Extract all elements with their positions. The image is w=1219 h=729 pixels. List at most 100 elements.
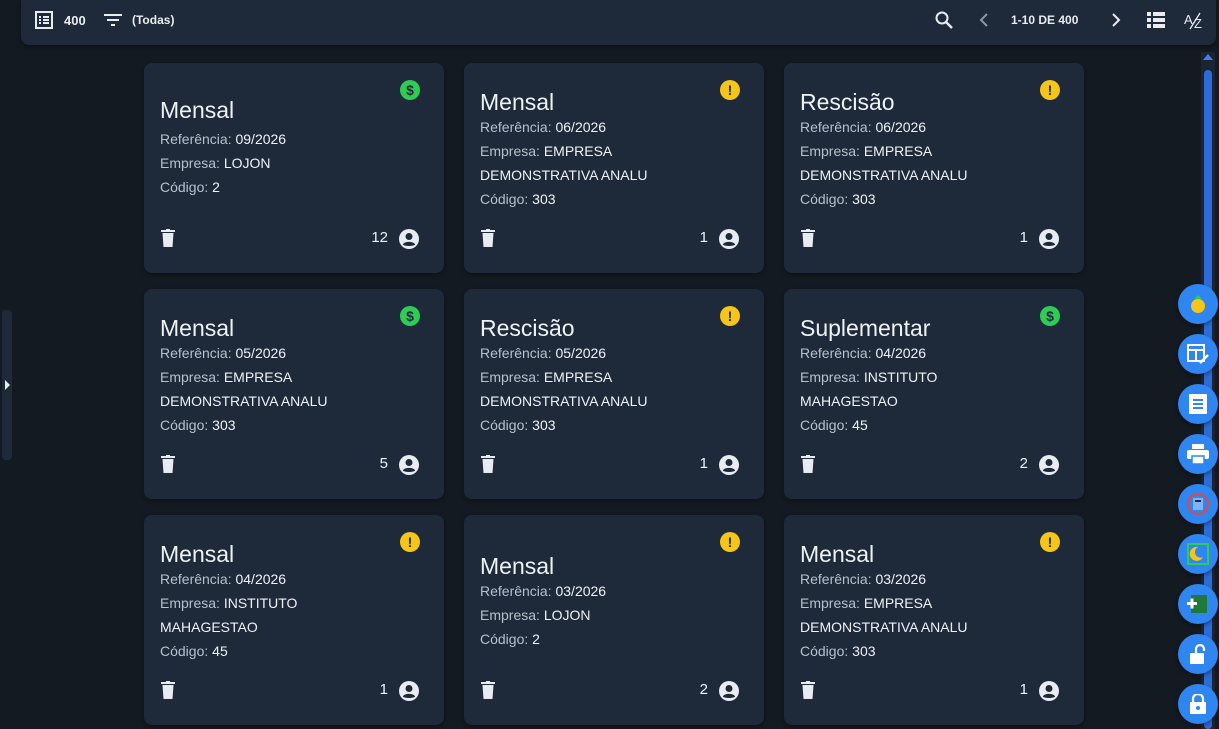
empresa-field: Empresa: EMPRESA DEMONSTRATIVA ANALU [480,143,648,183]
empresa-field: Empresa: EMPRESA DEMONSTRATIVA ANALU [160,369,328,409]
codigo-field: Código: 2 [480,631,540,647]
person-icon[interactable] [719,455,739,475]
search-icon[interactable] [935,0,953,40]
referencia-field: Referência: 06/2026 [800,119,927,135]
employee-count: 1 [699,229,708,246]
paid-status-icon: $ [400,306,420,326]
employee-count: 2 [1019,455,1028,472]
trash-icon[interactable] [801,681,815,699]
employee-count: 2 [699,681,708,698]
warning-status-icon: ! [720,306,740,326]
trash-icon[interactable] [161,229,175,247]
card-title: Mensal [160,315,235,341]
payroll-card[interactable]: Rescisão ! Referência: 06/2026 Empresa: … [784,63,1084,273]
svg-text:Z: Z [1194,16,1202,30]
trash-icon[interactable] [481,681,495,699]
card-title: Mensal [800,541,875,567]
trash-icon[interactable] [801,455,815,473]
coin-bag-icon[interactable] [1178,284,1218,324]
person-icon[interactable] [399,681,419,701]
sort-az-icon[interactable]: AZ [1184,0,1206,40]
person-icon[interactable] [399,229,419,249]
filter-label[interactable]: (Todas) [132,0,174,40]
card-title: Mensal [480,89,555,115]
codigo-field: Código: 45 [800,417,868,433]
employee-count: 5 [379,455,388,472]
pagination-label: 1-10 DE 400 [1011,13,1079,27]
trash-icon[interactable] [801,229,815,247]
expand-arrow-icon [5,380,10,390]
empresa-field: Empresa: INSTITUTO MAHAGESTAO [160,595,298,635]
referencia-field: Referência: 03/2026 [480,583,607,599]
record-count: 400 [64,12,86,28]
empresa-field: Empresa: EMPRESA DEMONSTRATIVA ANALU [800,595,968,635]
scroll-up-icon[interactable] [1203,54,1213,60]
prev-icon[interactable] [979,0,989,40]
lock-icon[interactable] [1178,684,1218,724]
empresa-field: Empresa: INSTITUTO MAHAGESTAO [800,369,938,409]
paid-status-icon: $ [400,80,420,100]
view-list-icon[interactable] [1147,0,1165,40]
add-document-icon[interactable] [1178,584,1218,624]
person-icon[interactable] [399,455,419,475]
card-title: Mensal [160,97,235,123]
card-title: Rescisão [480,315,575,341]
printer-icon[interactable] [1178,434,1218,474]
toolbar: 400 (Todas) 1-10 DE 400 AZ [21,0,1216,45]
referencia-field: Referência: 04/2026 [160,571,287,587]
paid-status-icon: $ [1040,306,1060,326]
table-edit-icon[interactable] [1178,334,1218,374]
payroll-card[interactable]: Rescisão ! Referência: 05/2026 Empresa: … [464,289,764,499]
codigo-field: Código: 303 [480,417,556,433]
referencia-field: Referência: 05/2026 [480,345,607,361]
warning-status-icon: ! [1040,532,1060,552]
warning-status-icon: ! [400,532,420,552]
empresa-field: Empresa: EMPRESA DEMONSTRATIVA ANALU [480,369,648,409]
payroll-card[interactable]: Mensal ! Referência: 03/2026 Empresa: LO… [464,515,764,725]
unlock-icon[interactable] [1178,634,1218,674]
card-title: Mensal [160,541,235,567]
codigo-field: Código: 303 [800,643,876,659]
codigo-field: Código: 2 [160,179,220,195]
person-icon[interactable] [719,229,739,249]
moon-icon[interactable] [1178,534,1218,574]
svg-text:A: A [1184,12,1193,27]
codigo-field: Código: 303 [480,191,556,207]
employee-count: 1 [379,681,388,698]
payroll-card[interactable]: Mensal $ Referência: 09/2026 Empresa: LO… [144,63,444,273]
card-title: Suplementar [800,315,931,341]
trash-icon[interactable] [481,229,495,247]
person-icon[interactable] [1039,455,1059,475]
person-icon[interactable] [1039,229,1059,249]
payroll-card[interactable]: Mensal ! Referência: 04/2026 Empresa: IN… [144,515,444,725]
warning-status-icon: ! [720,80,740,100]
codigo-field: Código: 303 [160,417,236,433]
employee-count: 1 [1019,229,1028,246]
empresa-field: Empresa: EMPRESA DEMONSTRATIVA ANALU [800,143,968,183]
trash-icon[interactable] [481,455,495,473]
payroll-card[interactable]: Mensal $ Referência: 05/2026 Empresa: EM… [144,289,444,499]
codigo-field: Código: 45 [160,643,228,659]
card-title: Rescisão [800,89,895,115]
referencia-field: Referência: 04/2026 [800,345,927,361]
filter-icon[interactable] [104,0,122,40]
drawer-toggle[interactable] [2,310,12,460]
warning-status-icon: ! [1040,80,1060,100]
employee-count: 1 [699,455,708,472]
receipt-icon[interactable] [1178,384,1218,424]
next-icon[interactable] [1111,0,1121,40]
payroll-card[interactable]: Mensal ! Referência: 03/2026 Empresa: EM… [784,515,1084,725]
calculator-icon[interactable] [1178,484,1218,524]
referencia-field: Referência: 03/2026 [800,571,927,587]
payroll-card[interactable]: Mensal ! Referência: 06/2026 Empresa: EM… [464,63,764,273]
trash-icon[interactable] [161,681,175,699]
payroll-card[interactable]: Suplementar $ Referência: 04/2026 Empres… [784,289,1084,499]
empresa-field: Empresa: LOJON [160,155,271,171]
empresa-field: Empresa: LOJON [480,607,591,623]
person-icon[interactable] [719,681,739,701]
referencia-field: Referência: 06/2026 [480,119,607,135]
trash-icon[interactable] [161,455,175,473]
list-icon[interactable] [35,0,53,40]
person-icon[interactable] [1039,681,1059,701]
employee-count: 12 [371,229,388,246]
